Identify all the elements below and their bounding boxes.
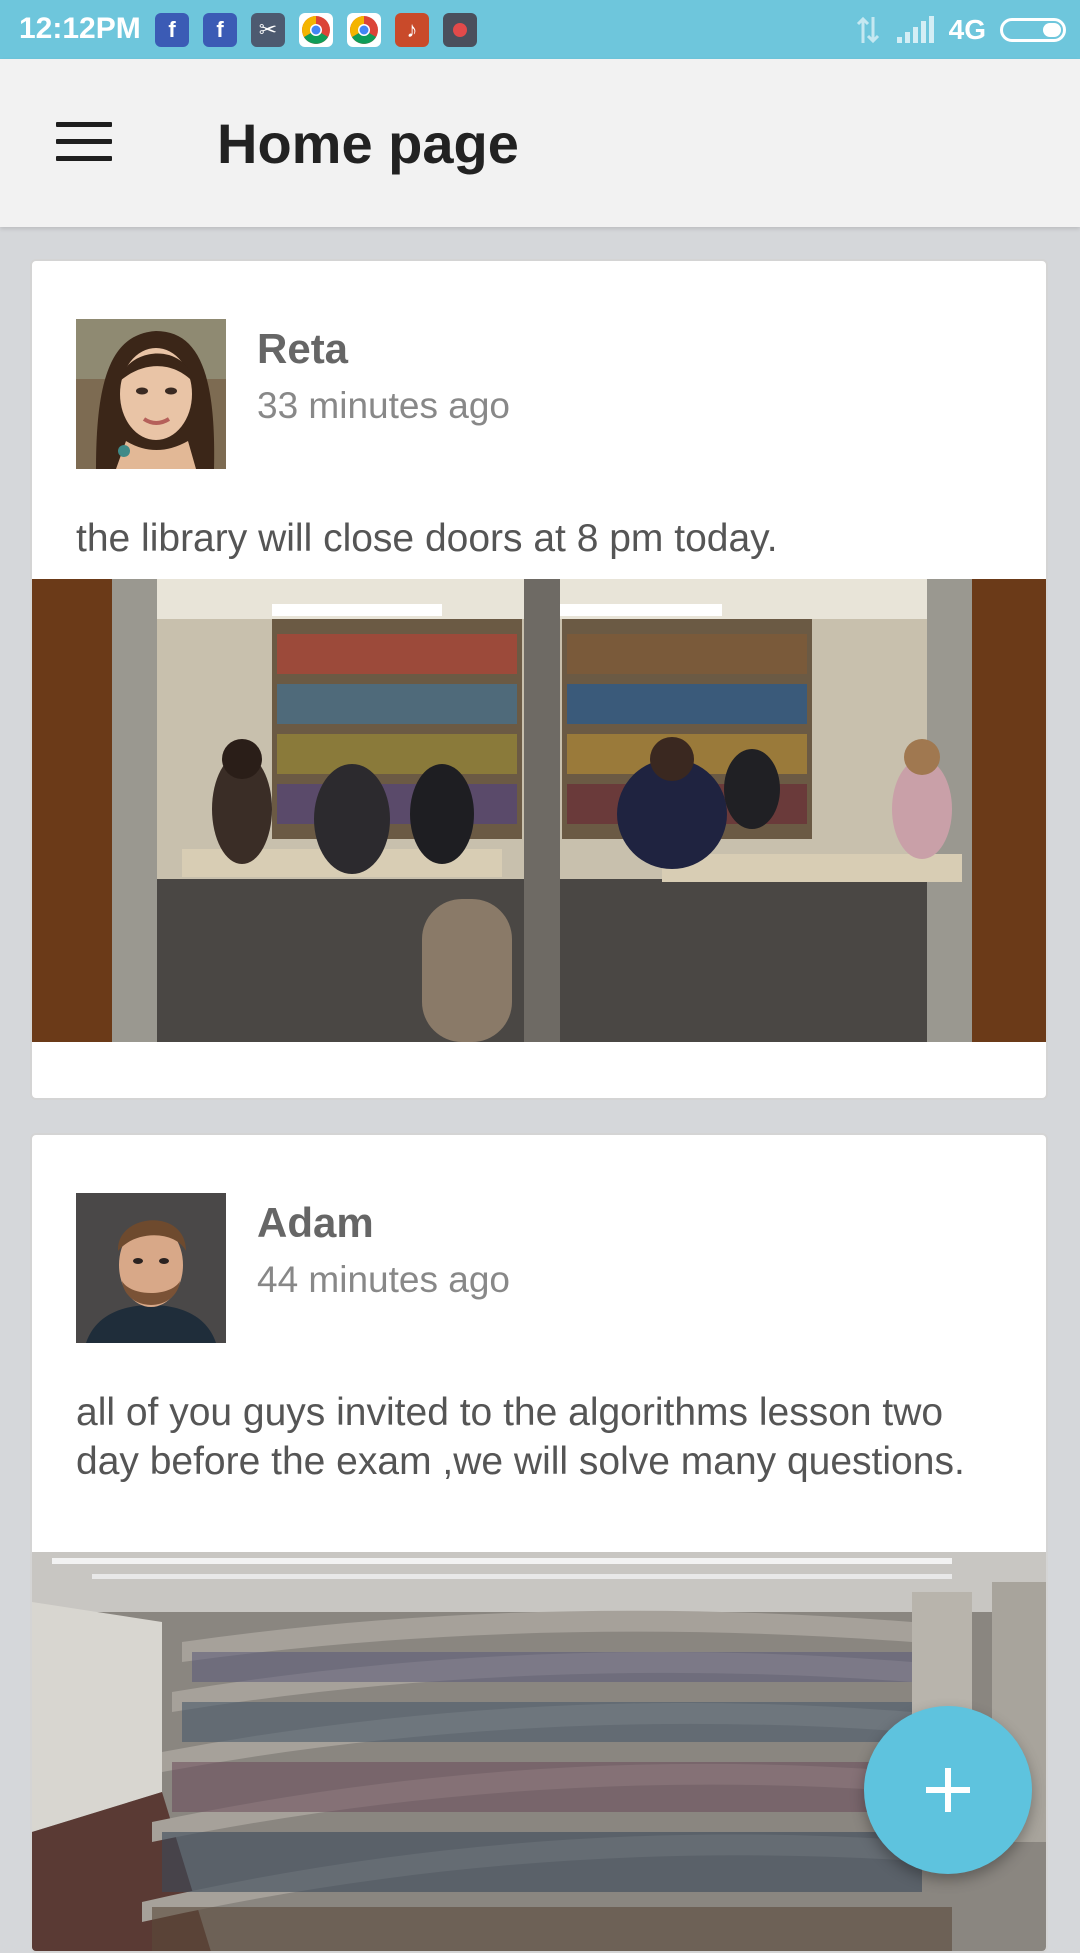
post-card[interactable]: Reta 33 minutes ago the library will clo…	[30, 259, 1048, 1100]
app-bar: Home page	[0, 59, 1080, 227]
page-title: Home page	[217, 112, 519, 175]
data-transfer-icon	[856, 16, 879, 44]
scissors-icon: ✂	[251, 13, 285, 47]
post-time: 44 minutes ago	[257, 1259, 511, 1300]
facebook-icon: f	[155, 13, 189, 47]
record-icon	[443, 13, 477, 47]
menu-button[interactable]	[40, 113, 130, 173]
tiktok-icon: ♪	[395, 13, 429, 47]
chrome-icon	[347, 13, 381, 47]
add-post-button[interactable]	[864, 1706, 1032, 1874]
post-text: all of you guys invited to the algorithm…	[76, 1391, 965, 1483]
post-text: the library will close doors at 8 pm tod…	[76, 517, 778, 560]
facebook-icon: f	[203, 13, 237, 47]
post-author[interactable]: Reta	[257, 325, 348, 373]
battery-icon	[1000, 18, 1066, 42]
status-bar: 12:12PM f f ✂ ♪ 4G	[0, 0, 1080, 59]
network-type: 4G	[948, 14, 986, 45]
status-indicators: 4G	[855, 10, 1066, 50]
signal-icon	[896, 16, 934, 43]
post-time: 33 minutes ago	[257, 385, 511, 426]
plus-icon	[926, 1768, 970, 1812]
avatar[interactable]	[76, 1193, 226, 1343]
avatar[interactable]	[76, 319, 226, 469]
post-image[interactable]	[32, 579, 1046, 1042]
status-time: 12:12PM	[19, 12, 141, 45]
chrome-icon	[299, 13, 333, 47]
post-author[interactable]: Adam	[257, 1199, 374, 1247]
